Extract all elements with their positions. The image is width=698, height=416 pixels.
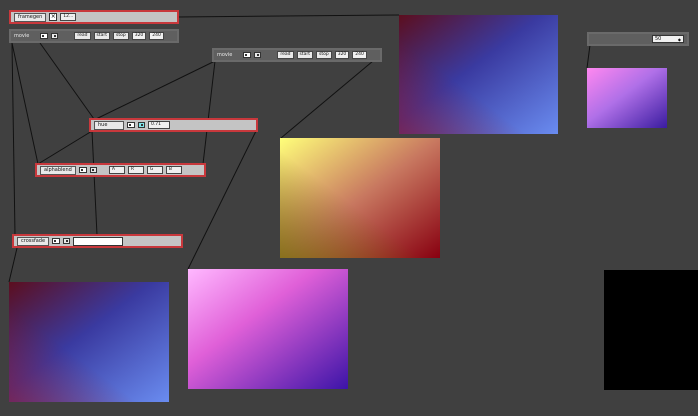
channel-g-box[interactable]: G xyxy=(146,166,163,174)
stop-button[interactable]: stop xyxy=(315,51,332,59)
object-name: hue xyxy=(94,120,124,130)
video-frame-hue xyxy=(188,269,348,389)
video-frame-movie-2 xyxy=(280,138,440,258)
patch-cord xyxy=(95,60,216,120)
hue-value-box[interactable]: 0.71 xyxy=(148,121,170,129)
channel-a-box[interactable]: A xyxy=(108,166,125,174)
video-frame-crossfade xyxy=(9,282,169,402)
movie-object-2[interactable]: movie read start stop 320 240 xyxy=(212,48,382,62)
dropdown-arrow-icon: ◆ xyxy=(677,36,681,42)
channel-r-box[interactable]: R xyxy=(127,166,144,174)
patch-cord xyxy=(187,130,257,270)
read-button[interactable]: read xyxy=(74,32,91,40)
hue-object[interactable]: hue 0.71 xyxy=(89,118,258,132)
window-icon[interactable] xyxy=(243,52,252,58)
window-icon[interactable] xyxy=(127,122,135,128)
height-box[interactable]: 240 xyxy=(352,51,367,59)
patch-cord xyxy=(91,130,98,236)
toggle-icon[interactable] xyxy=(138,122,145,128)
object-name: crossfade xyxy=(17,236,50,246)
read-button[interactable]: read xyxy=(277,51,294,59)
height-box[interactable]: 240 xyxy=(149,32,164,40)
patch-cord xyxy=(39,42,95,120)
value-dropdown[interactable]: 50 ◆ xyxy=(652,35,684,43)
check-icon[interactable]: × xyxy=(49,13,58,21)
start-button[interactable]: start xyxy=(93,32,110,40)
object-name: movie xyxy=(217,52,233,58)
video-frame-black xyxy=(604,270,698,390)
object-name: movie xyxy=(14,33,30,39)
patch-cord xyxy=(11,42,39,165)
patch-cord xyxy=(280,60,374,139)
patch-cord xyxy=(586,44,591,69)
framegen-object[interactable]: framegen × 12... xyxy=(9,10,179,24)
patch-cord xyxy=(37,130,93,165)
video-frame-movie-1 xyxy=(399,15,558,134)
window-icon[interactable] xyxy=(78,167,87,173)
video-frame-preview xyxy=(587,68,667,128)
stop-button[interactable]: stop xyxy=(112,32,129,40)
number-box[interactable]: 12... xyxy=(60,13,77,21)
dropdown-object[interactable]: 50 ◆ xyxy=(587,32,689,46)
record-icon[interactable] xyxy=(254,52,262,58)
object-name: alphablend xyxy=(40,165,76,175)
record-icon[interactable] xyxy=(63,238,71,244)
crossfade-slider[interactable] xyxy=(73,236,124,246)
width-box[interactable]: 320 xyxy=(334,51,350,59)
crossfade-object[interactable]: crossfade xyxy=(12,234,183,248)
patch-cord xyxy=(202,60,216,165)
record-icon[interactable] xyxy=(51,33,59,39)
start-button[interactable]: start xyxy=(296,51,313,59)
object-name: framegen xyxy=(14,12,47,22)
alphablend-object[interactable]: alphablend A R G B xyxy=(35,163,206,177)
patch-cord xyxy=(8,247,18,283)
channel-b-box[interactable]: B xyxy=(165,166,182,174)
window-icon[interactable] xyxy=(52,238,61,244)
record-icon[interactable] xyxy=(89,167,97,173)
width-box[interactable]: 320 xyxy=(131,32,147,40)
patch-cord xyxy=(177,14,400,18)
movie-object-1[interactable]: movie read start stop 320 240 xyxy=(9,29,179,43)
patch-cord xyxy=(11,42,16,236)
dropdown-value: 50 xyxy=(655,36,662,42)
window-icon[interactable] xyxy=(40,33,49,39)
